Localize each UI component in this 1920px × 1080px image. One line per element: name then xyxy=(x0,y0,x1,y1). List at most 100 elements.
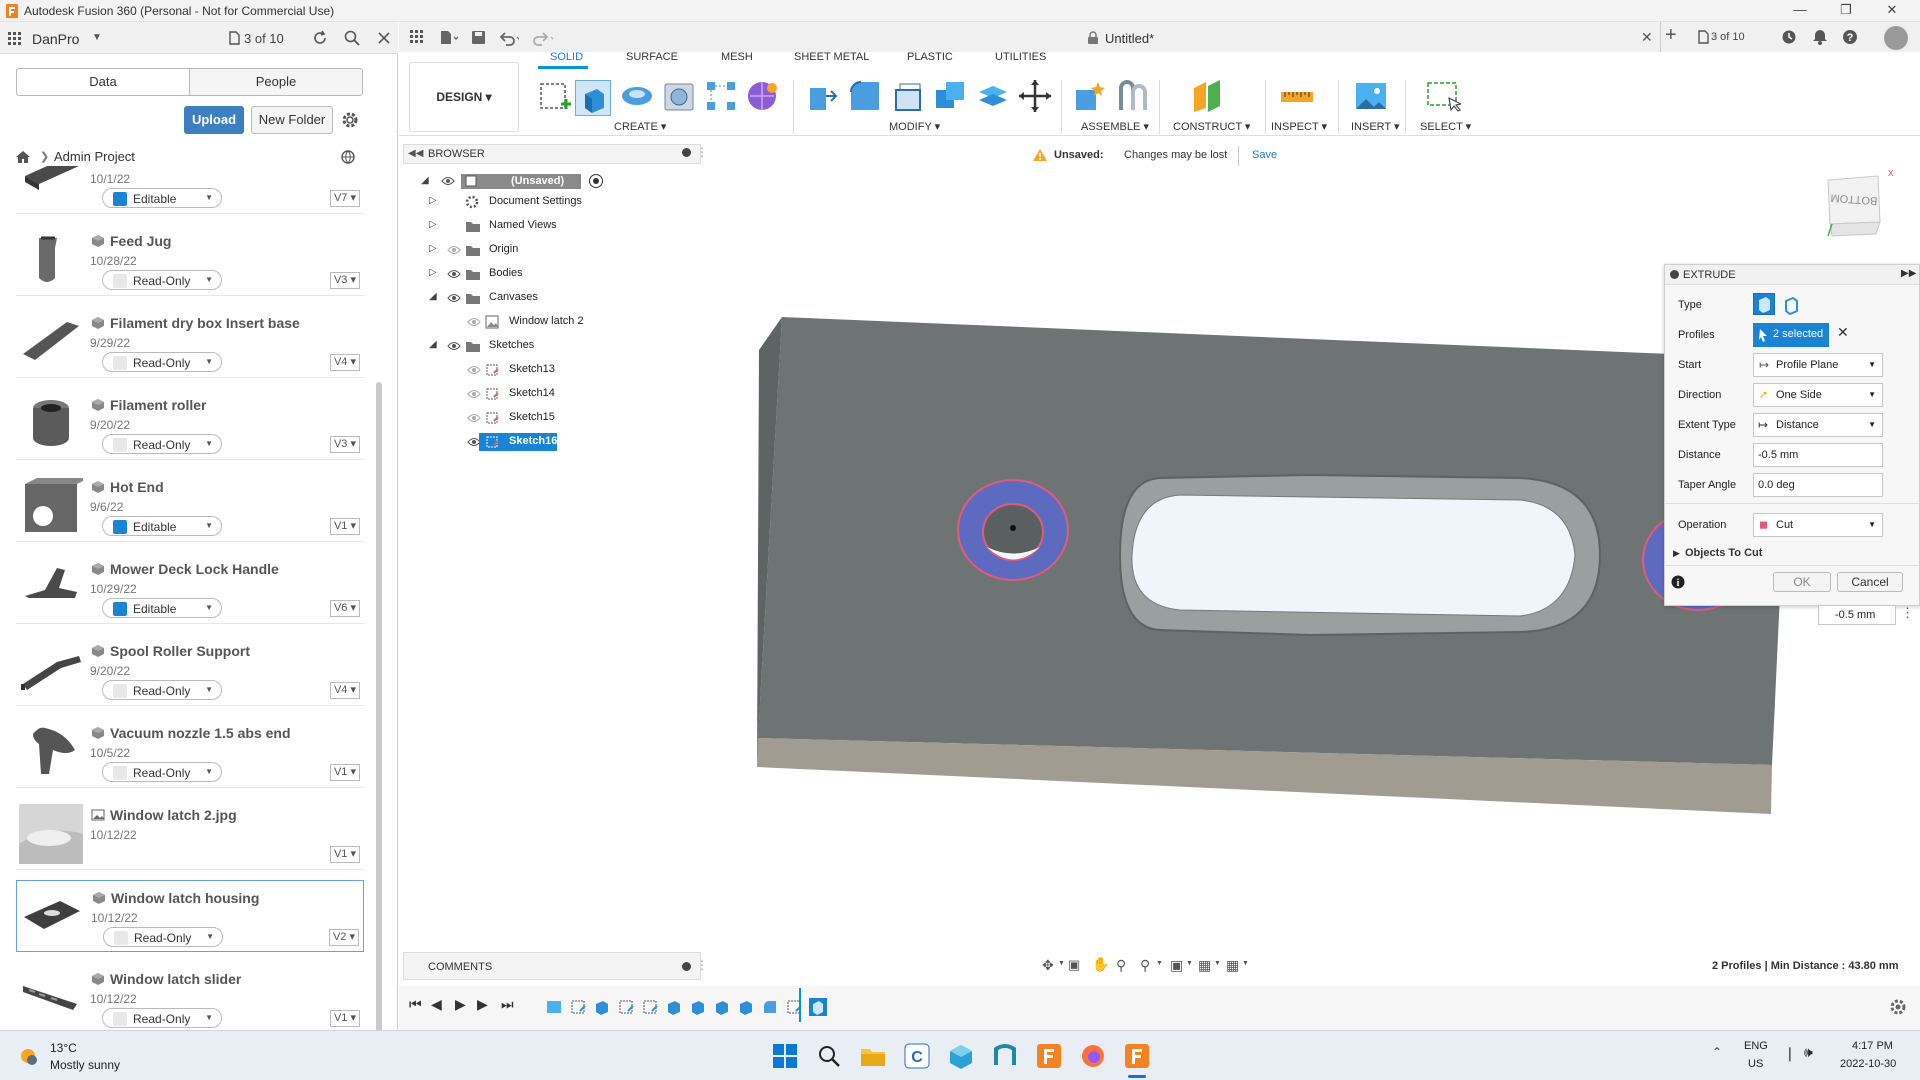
play-icon[interactable]: ▶ xyxy=(455,996,466,1013)
file-menu-icon[interactable] xyxy=(439,30,459,46)
version-badge[interactable]: V3 ▾ xyxy=(330,436,360,453)
assemble-group-label[interactable]: ASSEMBLE ▾ xyxy=(1081,120,1149,133)
browser-item[interactable]: ▷ Bodies xyxy=(403,264,701,284)
team-name[interactable]: DanPro xyxy=(32,31,79,47)
timeline-extrude-icon[interactable] xyxy=(665,998,683,1016)
clock-date[interactable]: 2022-10-30 xyxy=(1840,1058,1896,1070)
comments-panel[interactable]: COMMENTS ⋮ xyxy=(403,952,708,980)
orbit-icon[interactable]: ✥ xyxy=(1042,957,1054,974)
file-card[interactable]: Window latch housing 10/12/22 Read-Only ▼ V2… xyxy=(16,880,364,952)
eye-icon[interactable] xyxy=(467,316,481,328)
timeline-extrude-icon[interactable] xyxy=(689,998,707,1016)
go-to-end-icon[interactable]: ⏭ xyxy=(501,996,514,1013)
app-cube-icon[interactable] xyxy=(948,1043,974,1069)
file-name[interactable]: Window latch 2.jpg xyxy=(110,807,237,823)
file-card[interactable]: Vacuum nozzle 1.5 abs end 10/5/22 Read-Onl… xyxy=(16,716,364,788)
project-settings-icon[interactable] xyxy=(340,149,356,165)
restore-button[interactable]: ❐ xyxy=(1826,2,1866,18)
clock-icon[interactable] xyxy=(1781,29,1797,45)
app-c-icon[interactable]: C xyxy=(904,1043,930,1069)
tab-solid[interactable]: SOLID xyxy=(550,51,583,63)
file-name[interactable]: Mower Deck Lock Handle xyxy=(110,561,279,577)
collapse-triangle-icon[interactable]: ◢ xyxy=(429,291,439,303)
expand-triangle-icon[interactable]: ▶ xyxy=(1673,548,1680,559)
file-card[interactable]: Filament dry box Insert base 9/29/22 Read-… xyxy=(16,306,364,378)
file-thumbnail[interactable] xyxy=(19,640,83,700)
browser-resize-handle[interactable]: ⋮ xyxy=(696,145,708,159)
file-card[interactable]: Window latch slider 10/12/22 Read-Only ▼ V1 … xyxy=(16,962,364,1030)
modify-group-label[interactable]: MODIFY ▾ xyxy=(889,120,940,133)
undo-icon[interactable] xyxy=(499,30,519,46)
workspace-switcher[interactable]: DESIGN ▾ xyxy=(409,62,519,132)
move-icon[interactable] xyxy=(1017,78,1053,114)
file-thumbnail[interactable] xyxy=(19,394,83,454)
tab-sheet-metal[interactable]: SHEET METAL xyxy=(794,51,869,63)
objects-to-cut[interactable]: Objects To Cut xyxy=(1685,547,1762,559)
extrude-tool[interactable] xyxy=(575,80,611,116)
file-name[interactable]: Spool Roller Support xyxy=(110,643,250,659)
timeline-extrude-icon[interactable] xyxy=(593,998,611,1016)
type-extrude-option[interactable] xyxy=(1753,293,1775,315)
file-name[interactable]: Filament dry box Insert base xyxy=(110,315,300,331)
access-dropdown[interactable]: Editable ▼ xyxy=(102,598,222,618)
notification-bell-icon[interactable] xyxy=(1812,29,1828,45)
distance-manipulator-input[interactable]: -0.5 mm xyxy=(1818,605,1896,625)
wifi-icon[interactable]: ❘ xyxy=(1784,1045,1796,1062)
version-badge[interactable]: V1 ▾ xyxy=(330,846,360,863)
browser-item[interactable]: Sketch15 xyxy=(403,408,701,428)
app-n-icon[interactable] xyxy=(992,1043,1018,1069)
comments-pin-icon[interactable] xyxy=(682,962,691,971)
fillet-icon[interactable] xyxy=(847,78,883,114)
access-dropdown[interactable]: Read-Only ▼ xyxy=(102,434,222,454)
eye-icon[interactable] xyxy=(447,292,461,304)
file-card[interactable]: Hot End 9/6/22 Editable ▼ V1 ▾ xyxy=(16,470,364,542)
save-link[interactable]: Save xyxy=(1252,149,1277,161)
browser-item[interactable]: Window latch 2 xyxy=(403,312,701,332)
timeline-canvas-icon[interactable] xyxy=(545,998,563,1016)
timeline-fillet-icon[interactable] xyxy=(761,998,779,1016)
file-name[interactable]: Feed Jug xyxy=(110,233,171,249)
volume-icon[interactable]: 🕪 xyxy=(1804,1044,1813,1061)
dialog-pin-icon[interactable] xyxy=(1670,270,1679,279)
shell-icon[interactable] xyxy=(890,78,926,114)
eye-icon[interactable] xyxy=(467,364,481,376)
expand-triangle-icon[interactable]: ▷ xyxy=(429,243,439,255)
close-button[interactable]: ✕ xyxy=(1872,2,1912,18)
offset-plane-icon[interactable] xyxy=(1190,78,1226,114)
form-icon[interactable] xyxy=(744,78,780,114)
step-back-icon[interactable]: ◀ xyxy=(431,996,442,1013)
file-card[interactable]: Spool Roller Support 9/20/22 Read-Only ▼ V4 … xyxy=(16,634,364,706)
look-at-icon[interactable]: ▣ xyxy=(1068,957,1080,973)
tab-utilities[interactable]: UTILITIES xyxy=(995,51,1046,63)
expand-triangle-icon[interactable]: ▷ xyxy=(429,219,439,231)
refresh-icon[interactable] xyxy=(312,30,328,46)
chevron-down-icon[interactable]: ▼ xyxy=(1058,960,1065,967)
file-thumbnail[interactable] xyxy=(19,558,83,618)
eye-icon[interactable] xyxy=(441,175,455,187)
access-dropdown[interactable]: Editable ▼ xyxy=(102,188,222,208)
access-dropdown[interactable]: Read-Only ▼ xyxy=(102,762,222,782)
expand-triangle-icon[interactable]: ◢ xyxy=(421,175,431,187)
collapse-browser-icon[interactable]: ◀◀ xyxy=(408,148,423,159)
job-status-icon[interactable] xyxy=(1697,30,1709,44)
firefox-icon[interactable] xyxy=(1080,1043,1106,1069)
file-thumbnail[interactable] xyxy=(20,887,84,947)
lang-code[interactable]: ENG xyxy=(1744,1040,1768,1052)
browser-item[interactable]: Sketch16 xyxy=(403,432,701,452)
weather-desc[interactable]: Mostly sunny xyxy=(50,1058,120,1072)
ok-button[interactable]: OK xyxy=(1773,572,1831,592)
create-sketch-icon[interactable] xyxy=(537,78,573,114)
file-name[interactable]: Filament roller xyxy=(110,397,206,413)
file-thumbnail[interactable] xyxy=(19,166,83,208)
chevron-down-icon[interactable]: ▼ xyxy=(1214,960,1221,967)
apps-grid-icon[interactable] xyxy=(410,30,430,46)
operation-select[interactable]: ◼ Cut ▼ xyxy=(1753,513,1883,537)
browser-pin-icon[interactable] xyxy=(682,148,691,157)
file-name[interactable]: Window latch slider xyxy=(110,971,241,987)
pan-icon[interactable]: ✋ xyxy=(1092,956,1109,973)
comments-resize-handle[interactable]: ⋮ xyxy=(696,958,708,972)
joint-icon[interactable] xyxy=(1115,78,1151,114)
expand-triangle-icon[interactable]: ▷ xyxy=(429,195,439,207)
chevron-down-icon[interactable]: ▼ xyxy=(1156,960,1163,967)
apps-grid-icon[interactable] xyxy=(8,32,22,46)
